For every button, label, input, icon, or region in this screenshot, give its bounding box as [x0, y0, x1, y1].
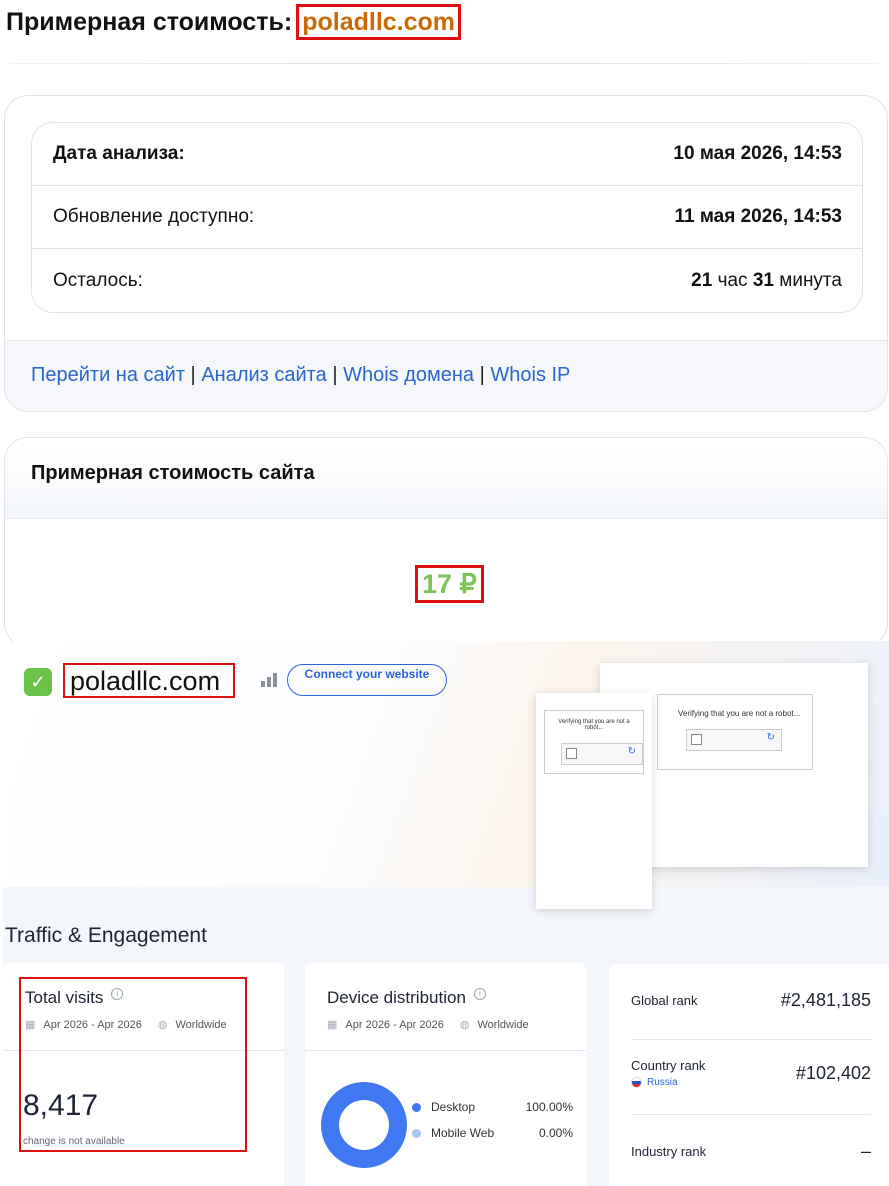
remaining-value: 21 час 31 минута	[691, 270, 842, 292]
site-value-card: Примерная стоимость сайта 17 ₽	[4, 437, 888, 647]
device-distribution-card: Device distribution i ▦ Apr 2026 - Apr 202…	[305, 963, 586, 1186]
rank-separator	[631, 1114, 871, 1115]
legend-mobile-value: 0.00%	[538, 1126, 573, 1140]
country-rank-row: Country rank Russia #102,402	[631, 1058, 871, 1088]
info-icon[interactable]: i	[473, 988, 486, 1000]
captcha-box: Verifying that you are not a robot... ↻	[657, 694, 813, 770]
device-date: Apr 2026 - Apr 2026	[345, 1019, 444, 1031]
page-title-text: Примерная стоимость:	[6, 7, 293, 36]
rank-bars-icon	[261, 673, 277, 687]
total-visits-card: Total visits i ▦ Apr 2026 - Apr 2026 ◍ Worl…	[3, 963, 284, 1186]
legend-mobile-name: Mobile Web	[431, 1126, 495, 1140]
device-region: Worldwide	[477, 1019, 529, 1031]
industry-rank-label: Industry rank	[631, 1144, 707, 1159]
traffic-engagement-title: Traffic & Engagement	[5, 924, 207, 947]
industry-rank-value: –	[860, 1141, 871, 1161]
device-distribution-title-text: Device distribution	[327, 988, 466, 1007]
legend-dot-desktop	[412, 1103, 421, 1112]
ranks-card: Global rank #2,481,185 Country rank Russ…	[609, 964, 889, 1186]
link-separator: |	[479, 364, 485, 386]
connect-website-button[interactable]: Connect your website	[287, 664, 447, 696]
link-separator: |	[190, 364, 196, 386]
whois-ip-link[interactable]: Whois IP	[490, 364, 570, 386]
remaining-hours: 21	[691, 269, 713, 291]
recaptcha-icon-mobile: ↻	[627, 746, 636, 757]
site-links-bar: Перейти на сайт | Анализ сайта | Whois д…	[5, 340, 887, 411]
captcha-text-mobile: Verifying that you are not a robot...	[558, 719, 630, 731]
remaining-label: Осталось:	[53, 269, 143, 291]
country-rank-label-wrap: Country rank Russia	[631, 1058, 705, 1088]
industry-rank-row: Industry rank –	[631, 1141, 871, 1162]
page-title-domain: poladllc.com	[296, 4, 462, 40]
country-name[interactable]: Russia	[631, 1076, 678, 1088]
country-rank-value: #102,402	[795, 1062, 871, 1083]
site-favicon-icon: ✓	[24, 668, 52, 696]
whois-domain-link[interactable]: Whois домена	[343, 364, 474, 386]
recaptcha-icon: ↻	[766, 732, 775, 743]
legend-desktop-name: Desktop	[431, 1100, 476, 1114]
country-rank-label: Country rank	[631, 1058, 706, 1073]
legend-dot-mobile	[412, 1129, 421, 1138]
analysis-date-value: 10 мая 2026, 14:53	[673, 143, 842, 164]
site-value-price: 17 ₽	[415, 565, 484, 603]
device-donut-chart	[321, 1082, 407, 1168]
captcha-text: Verifying that you are not a robot...	[678, 709, 801, 718]
remaining-minutes: 31	[752, 269, 774, 291]
globe-icon: ◍	[459, 1019, 470, 1031]
link-separator: |	[332, 364, 338, 386]
similarweb-hero: ✓ poladllc.com Connect your website Veri…	[3, 641, 889, 909]
analysis-date-row: Дата анализа: 10 мая 2026, 14:53	[32, 123, 862, 186]
captcha-box-mobile: Verifying that you are not a robot... ↻	[544, 710, 644, 774]
similarweb-domain: poladllc.com	[63, 663, 235, 698]
captcha-widget: ↻	[686, 729, 782, 751]
site-value-title: Примерная стоимость сайта	[5, 438, 887, 519]
update-row: Обновление доступно: 11 мая 2026, 14:53	[32, 186, 862, 249]
russia-flag-icon	[631, 1076, 642, 1088]
device-distribution-title: Device distribution i	[327, 988, 486, 1008]
global-rank-label: Global rank	[631, 993, 698, 1008]
analysis-card: Дата анализа: 10 мая 2026, 14:53 Обновле…	[4, 95, 888, 412]
rank-separator	[631, 1039, 871, 1040]
page-title: Примерная стоимость: poladllc.com	[6, 4, 462, 40]
card-separator	[305, 1050, 586, 1051]
legend-mobile: Mobile Web 0.00%	[412, 1126, 573, 1140]
title-divider	[10, 63, 879, 64]
analysis-date-label: Дата анализа:	[53, 143, 185, 164]
site-analysis-link[interactable]: Анализ сайта	[201, 364, 326, 386]
similarweb-panel: ✓ poladllc.com Connect your website Veri…	[3, 641, 889, 1186]
country-name-text: Russia	[647, 1077, 678, 1088]
legend-desktop-value: 100.00%	[525, 1100, 573, 1114]
global-rank-row: Global rank #2,481,185	[631, 990, 871, 1011]
update-value: 11 мая 2026, 14:53	[674, 206, 842, 227]
calendar-icon: ▦	[327, 1019, 338, 1031]
global-rank-value: #2,481,185	[780, 990, 871, 1010]
remaining-row: Осталось: 21 час 31 минута	[32, 249, 862, 312]
captcha-widget-mobile: ↻	[561, 743, 643, 765]
update-label: Обновление доступно:	[53, 206, 255, 227]
remaining-minutes-unit: минута	[779, 269, 842, 291]
remaining-hours-unit: час	[717, 269, 748, 291]
captcha-checkbox	[691, 734, 702, 745]
legend-desktop: Desktop 100.00%	[412, 1100, 573, 1114]
analysis-table: Дата анализа: 10 мая 2026, 14:53 Обновле…	[31, 122, 863, 313]
go-to-site-link[interactable]: Перейти на сайт	[31, 364, 185, 386]
device-distribution-meta: ▦ Apr 2026 - Apr 2026 ◍ Worldwide	[327, 1018, 529, 1031]
mobile-screenshot: Verifying that you are not a robot... ↻	[536, 693, 652, 909]
captcha-checkbox-mobile	[566, 748, 577, 759]
highlight-box	[19, 977, 247, 1152]
